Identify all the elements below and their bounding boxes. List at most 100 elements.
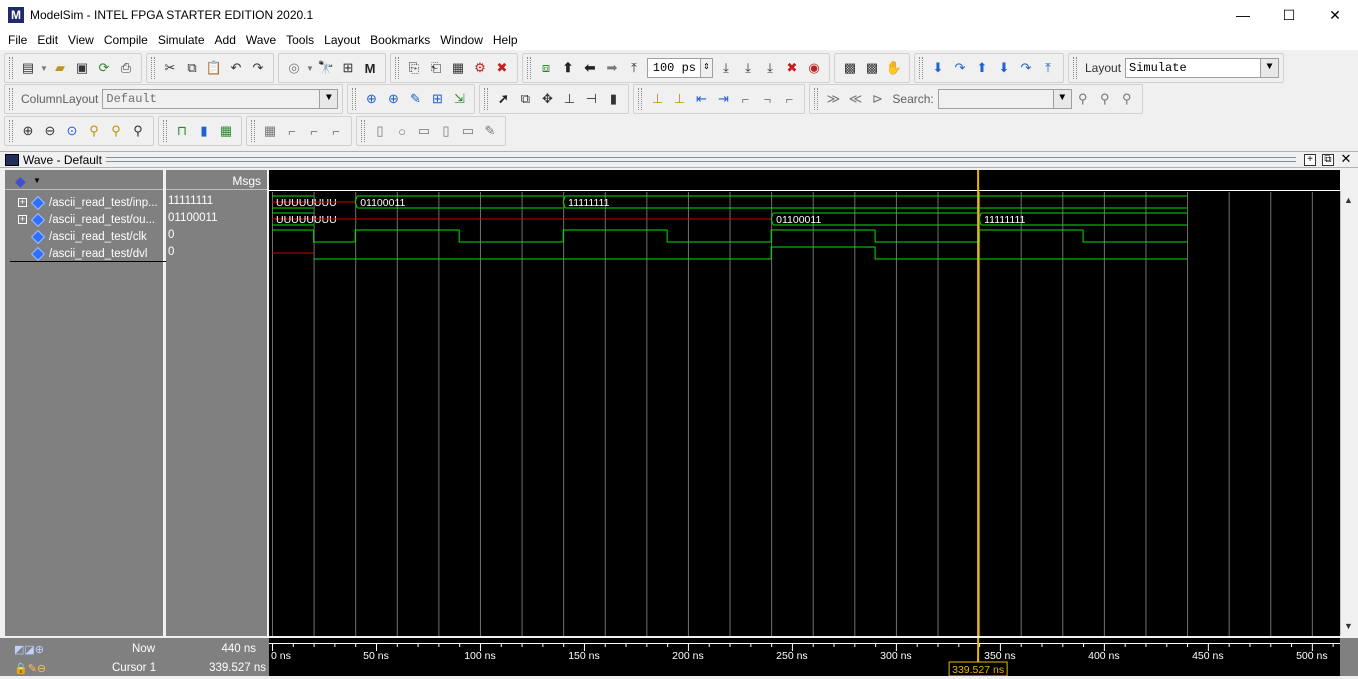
input-ports-icon[interactable]: ▯ bbox=[370, 121, 390, 141]
menu-tools[interactable]: Tools bbox=[282, 33, 318, 47]
compile-all-icon[interactable]: ⎗ bbox=[426, 58, 446, 78]
toolbar-grip[interactable] bbox=[251, 120, 255, 142]
menu-window[interactable]: Window bbox=[436, 33, 487, 47]
up-arrow-icon[interactable]: ⬆ bbox=[558, 58, 578, 78]
cursor-label[interactable]: Cursor 1 bbox=[112, 662, 156, 674]
delta-collapse-icon[interactable]: ⌐ bbox=[282, 121, 302, 141]
compile-options-icon[interactable]: ▦ bbox=[448, 58, 468, 78]
break-icon[interactable]: ✖ bbox=[492, 58, 512, 78]
wave-header-grip[interactable] bbox=[105, 157, 1296, 162]
simulate-icon[interactable]: ⚙ bbox=[470, 58, 490, 78]
wave-edit-icon[interactable]: ✎ bbox=[405, 89, 425, 109]
wave-format-icon[interactable]: ⊞ bbox=[427, 89, 447, 109]
event-expand-icon[interactable]: ⌐ bbox=[326, 121, 346, 141]
wave-style-1-icon[interactable]: ⊓ bbox=[172, 121, 192, 141]
chevron-down-icon[interactable]: ▼ bbox=[33, 176, 41, 185]
toolbar-grip[interactable] bbox=[919, 57, 923, 79]
zoom-in-icon[interactable]: ⊕ bbox=[18, 121, 38, 141]
layout-select[interactable]: Simulate ▼ bbox=[1125, 58, 1280, 78]
close-button[interactable]: ✕ bbox=[1312, 0, 1358, 30]
zoom-out-icon[interactable]: ⊖ bbox=[40, 121, 60, 141]
find-falling-edge-icon[interactable]: ¬ bbox=[757, 89, 777, 109]
all-signals-icon[interactable]: ▭ bbox=[458, 121, 478, 141]
search-forward-icon[interactable]: ≪ bbox=[845, 89, 865, 109]
next-edge-icon[interactable]: ⇥ bbox=[713, 89, 733, 109]
stop-icon[interactable]: ◉ bbox=[804, 58, 824, 78]
reload-icon[interactable]: ⟳ bbox=[94, 58, 114, 78]
column-layout-select[interactable]: Default ▼ bbox=[102, 89, 339, 109]
scroll-up-icon[interactable]: ▲ bbox=[1344, 195, 1353, 205]
chevron-down-icon[interactable]: ▼ bbox=[306, 58, 314, 78]
search-clear-icon[interactable]: ⚲ bbox=[1117, 89, 1137, 109]
toolbar-grip[interactable] bbox=[352, 88, 357, 110]
menu-add[interactable]: Add bbox=[211, 33, 240, 47]
performance-icon[interactable]: ▩ bbox=[840, 58, 860, 78]
maximize-button[interactable]: ☐ bbox=[1266, 0, 1312, 30]
run-all-icon[interactable]: ⤓ bbox=[760, 58, 780, 78]
maximize-pane-icon[interactable]: + bbox=[1304, 153, 1316, 166]
zoom-last-icon[interactable]: ⚲ bbox=[128, 121, 148, 141]
wave-compare-icon[interactable]: ⊞ bbox=[338, 58, 358, 78]
modelsim-logo-icon[interactable]: M bbox=[360, 58, 380, 78]
toolbar-grip[interactable] bbox=[9, 120, 13, 142]
time-axis[interactable]: 0 ns 50 ns 100 ns 150 ns 200 ns 250 ns 300 ns 3… bbox=[269, 638, 1340, 677]
memory-icon[interactable]: ▩ bbox=[862, 58, 882, 78]
search-all-icon[interactable]: ⚲ bbox=[1095, 89, 1115, 109]
minimize-button[interactable]: — bbox=[1220, 0, 1266, 30]
print-icon[interactable]: ⎙ bbox=[116, 58, 136, 78]
insert-group-icon[interactable]: ⊕ bbox=[383, 89, 403, 109]
new-file-icon[interactable]: ▤ bbox=[18, 58, 38, 78]
signal-row-inp[interactable]: + /ascii_read_test/inp... bbox=[5, 194, 158, 211]
menu-file[interactable]: File bbox=[4, 33, 31, 47]
menu-layout[interactable]: Layout bbox=[320, 33, 364, 47]
wave-vertical-scrollbar[interactable]: ▲ ▼ bbox=[1340, 191, 1358, 635]
search-go-icon[interactable]: ⚲ bbox=[1073, 89, 1093, 109]
delete-cursor-icon[interactable]: ⊥ bbox=[669, 89, 689, 109]
chevron-down-icon[interactable]: ▼ bbox=[40, 58, 48, 78]
insert-divider-icon[interactable]: ⊕ bbox=[361, 89, 381, 109]
scroll-down-icon[interactable]: ▼ bbox=[1344, 621, 1353, 631]
expand-icon[interactable]: + bbox=[18, 215, 27, 224]
menu-view[interactable]: View bbox=[64, 33, 98, 47]
zoom-cursor-icon[interactable]: ⚲ bbox=[84, 121, 104, 141]
waveform-area[interactable]: UUUUUUUU 01100011 11111111 UUUUUUUU 01100011… bbox=[269, 170, 1340, 636]
edit-mode-icon[interactable]: ⊣ bbox=[581, 89, 601, 109]
spinner-icon[interactable]: ⇕ bbox=[700, 59, 712, 77]
signal-row-out[interactable]: + /ascii_read_test/ou... bbox=[5, 211, 155, 228]
toolbar-grip[interactable] bbox=[1073, 57, 1077, 79]
wave-style-2-icon[interactable]: ▮ bbox=[194, 121, 214, 141]
run-length-field[interactable]: 100 ps ⇕ bbox=[647, 58, 713, 78]
toggle-leaf-icon[interactable]: ▮ bbox=[603, 89, 623, 109]
compile-icon[interactable]: ⎘ bbox=[404, 58, 424, 78]
menu-bookmarks[interactable]: Bookmarks bbox=[366, 33, 434, 47]
toolbar-grip[interactable] bbox=[638, 88, 643, 110]
menu-simulate[interactable]: Simulate bbox=[154, 33, 209, 47]
toolbar-grip[interactable] bbox=[395, 57, 399, 79]
search-backward-icon[interactable]: ≫ bbox=[823, 89, 843, 109]
add-cursor-icon[interactable]: ⊥ bbox=[647, 89, 667, 109]
output-ports-icon[interactable]: ○ bbox=[392, 121, 412, 141]
search-options-icon[interactable]: ⊳ bbox=[867, 89, 887, 109]
zoom-between-cursors-icon[interactable]: ⚲ bbox=[106, 121, 126, 141]
undo-icon[interactable]: ↶ bbox=[226, 58, 246, 78]
internal-signals-icon[interactable]: ▯ bbox=[436, 121, 456, 141]
help-icon[interactable]: ◎ bbox=[284, 58, 304, 78]
cursor-mode-icon[interactable]: ⊥ bbox=[559, 89, 579, 109]
toolbar-grip[interactable] bbox=[163, 120, 167, 142]
open-folder-icon[interactable]: ▰ bbox=[50, 58, 70, 78]
cut-icon[interactable]: ✂ bbox=[160, 58, 180, 78]
chevron-down-icon[interactable]: ▼ bbox=[319, 90, 338, 108]
wave-palette-icon[interactable]: ◆ bbox=[15, 173, 26, 190]
search-input[interactable]: ▼ bbox=[937, 89, 1072, 109]
zoom-mode-icon[interactable]: ⧉ bbox=[515, 89, 535, 109]
undock-pane-icon[interactable]: ⧉ bbox=[1322, 153, 1334, 166]
expand-icon[interactable]: + bbox=[18, 198, 27, 207]
run-icon[interactable]: ⤓ bbox=[716, 58, 736, 78]
toolbar-grip[interactable] bbox=[527, 57, 531, 79]
expand-time-icon[interactable]: ▦ bbox=[260, 121, 280, 141]
hand-icon[interactable]: ✋ bbox=[884, 58, 904, 78]
toolbar-grip[interactable] bbox=[484, 88, 489, 110]
environment-icon[interactable]: ⧈ bbox=[536, 58, 556, 78]
step-out-icon[interactable]: ⬆ bbox=[972, 58, 992, 78]
chevron-down-icon[interactable]: ▼ bbox=[1260, 59, 1279, 77]
